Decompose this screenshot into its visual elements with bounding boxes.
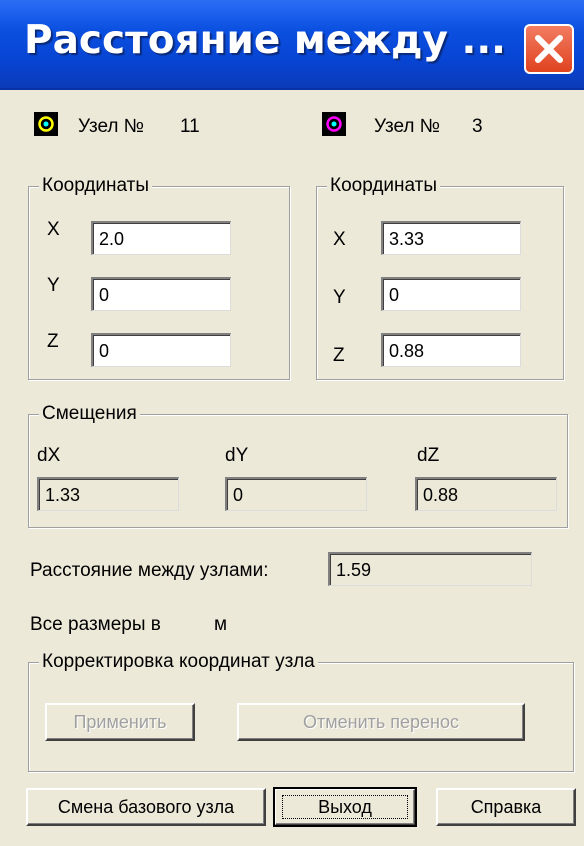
node2-number: 3 xyxy=(472,116,483,137)
coords2-legend: Координаты xyxy=(327,175,441,197)
node2-label: Узел № xyxy=(374,116,441,137)
offsets-dz-field: 0.88 xyxy=(415,477,557,511)
coords2-y-label: Y xyxy=(333,287,346,308)
offsets-dx-label: dX xyxy=(37,445,61,466)
offsets-legend: Смещения xyxy=(39,403,140,425)
cancel-move-button[interactable]: Отменить перенос xyxy=(237,703,525,741)
offsets-dy-label: dY xyxy=(225,445,249,466)
correction-legend: Корректировка координат узла xyxy=(39,651,318,673)
offsets-dz-label: dZ xyxy=(417,445,440,466)
offsets-dx-field: 1.33 xyxy=(37,477,179,511)
correction-group: Корректировка координат узла Применить О… xyxy=(28,651,574,772)
coords2-group: Координаты X Y Z 3.33 0 0.88 xyxy=(316,175,564,380)
focus-rect xyxy=(282,795,408,819)
coords2-y-input[interactable]: 0 xyxy=(381,277,521,311)
coords2-x-label: X xyxy=(333,229,346,250)
coords1-y-label: Y xyxy=(47,275,60,296)
node1-number: 11 xyxy=(180,116,200,137)
coords2-z-input[interactable]: 0.88 xyxy=(381,333,521,367)
exit-button[interactable]: Выход xyxy=(273,787,417,827)
coords1-y-input[interactable]: 0 xyxy=(91,277,231,311)
node1-label: Узел № xyxy=(78,116,145,137)
coords2-z-label: Z xyxy=(333,345,345,366)
distance-label: Расстояние между узлами: xyxy=(30,560,269,581)
distance-field: 1.59 xyxy=(328,552,532,586)
coords1-x-label: X xyxy=(47,219,60,240)
node-icon-yellow xyxy=(34,112,58,136)
change-base-node-button[interactable]: Смена базового узла xyxy=(26,788,266,826)
title-bar[interactable]: Расстояние между ... xyxy=(0,0,584,90)
units-value: м xyxy=(214,614,228,635)
apply-button[interactable]: Применить xyxy=(45,703,195,741)
close-button[interactable] xyxy=(524,24,574,74)
coords1-group: Координаты X Y Z 2.0 0 0 xyxy=(28,175,290,380)
units-label: Все размеры в xyxy=(30,614,161,635)
help-button[interactable]: Справка xyxy=(436,788,576,826)
coords1-z-label: Z xyxy=(47,331,59,352)
coords1-z-input[interactable]: 0 xyxy=(91,333,231,367)
close-icon xyxy=(535,35,563,63)
offsets-group: Смещения dX dY dZ 1.33 0 0.88 xyxy=(28,403,568,528)
coords1-legend: Координаты xyxy=(39,175,153,197)
window-title: Расстояние между ... xyxy=(24,18,506,63)
node-icon-magenta xyxy=(322,112,346,136)
coords1-x-input[interactable]: 2.0 xyxy=(91,221,231,255)
coords2-x-input[interactable]: 3.33 xyxy=(381,221,521,255)
offsets-dy-field: 0 xyxy=(225,477,367,511)
